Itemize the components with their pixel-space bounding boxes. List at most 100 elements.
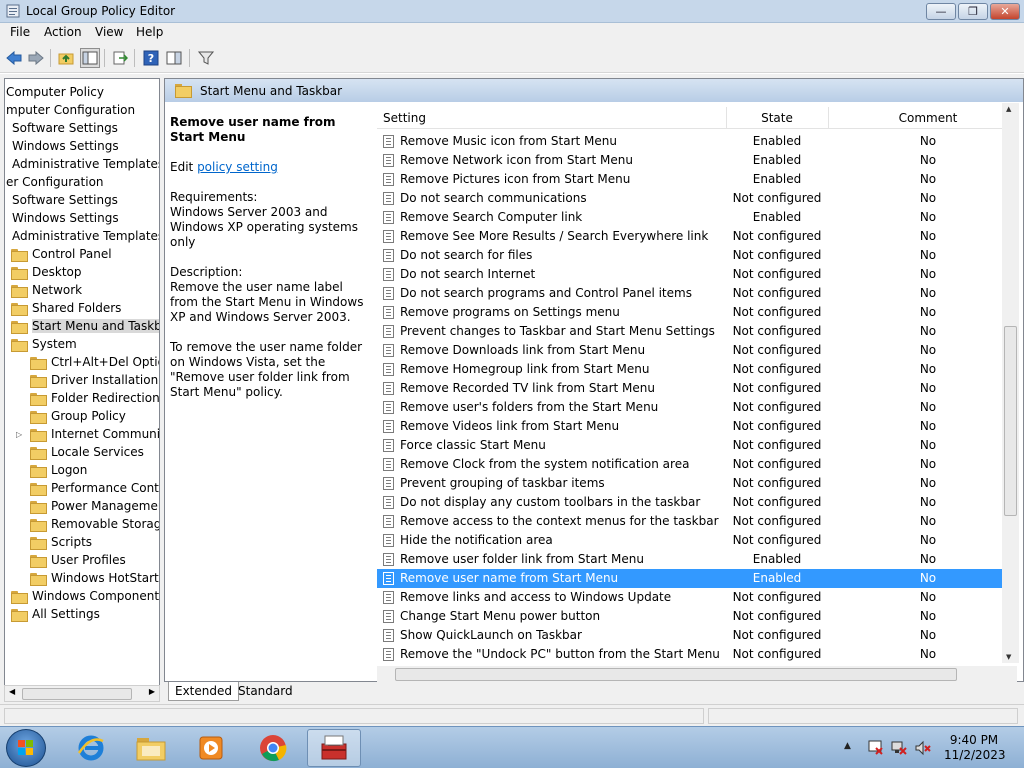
back-button[interactable] [4, 48, 24, 68]
tree-item[interactable]: Ctrl+Alt+Del Options [30, 353, 159, 371]
taskbar-media-player[interactable] [184, 729, 238, 767]
close-button[interactable]: ✕ [990, 3, 1020, 20]
table-row[interactable]: Remove See More Results / Search Everywh… [377, 227, 1003, 246]
help-button[interactable]: ? [141, 48, 161, 68]
tree-item[interactable]: er Configuration [6, 173, 104, 191]
tree-item[interactable]: Power Management [30, 497, 159, 515]
settings-list[interactable]: Setting State Comment Remove Music icon … [377, 107, 1017, 667]
tree-item[interactable]: Start Menu and Taskbar [11, 317, 159, 335]
table-row[interactable]: Do not display any custom toolbars in th… [377, 493, 1003, 512]
table-row[interactable]: Remove the "Undock PC" button from the S… [377, 645, 1003, 664]
table-row[interactable]: Remove access to the context menus for t… [377, 512, 1003, 531]
table-row[interactable]: Remove Videos link from Start Menu Not co… [377, 417, 1003, 436]
tree-item[interactable]: Performance Control [30, 479, 159, 497]
show-hide-action-pane-button[interactable] [164, 48, 184, 68]
scrollbar-thumb[interactable] [395, 668, 957, 681]
list-vertical-scrollbar[interactable]: ▲ ▼ [1002, 103, 1019, 663]
table-row[interactable]: Remove user name from Start Menu Enabled N… [377, 569, 1003, 588]
table-row[interactable]: Remove programs on Settings menu Not conf… [377, 303, 1003, 322]
taskbar-file-explorer[interactable] [124, 729, 178, 767]
table-row[interactable]: Remove user folder link from Start Menu E… [377, 550, 1003, 569]
show-hide-tree-button[interactable] [80, 48, 100, 68]
up-folder-button[interactable] [56, 48, 76, 68]
edit-policy-link[interactable]: policy setting [197, 160, 278, 174]
tree-item[interactable]: mputer Configuration [6, 101, 135, 119]
list-horizontal-scrollbar[interactable] [377, 666, 1017, 683]
tab-extended[interactable]: Extended [168, 682, 239, 701]
taskbar-internet-explorer[interactable] [64, 729, 118, 767]
tree-item[interactable]: Desktop [11, 263, 82, 281]
forward-button[interactable] [26, 48, 46, 68]
console-tree[interactable]: Computer Policy mputer Configuration Softw… [4, 78, 160, 686]
table-row[interactable]: Remove Search Computer link Enabled No [377, 208, 1003, 227]
tree-item[interactable]: ▷ Internet Communication [16, 425, 159, 443]
tree-item[interactable]: Windows HotStart [30, 569, 159, 587]
table-row[interactable]: Force classic Start Menu Not configured No [377, 436, 1003, 455]
action-center-icon[interactable] [866, 739, 884, 757]
network-icon[interactable] [890, 739, 908, 757]
tree-item[interactable]: System [11, 335, 77, 353]
table-row[interactable]: Prevent grouping of taskbar items Not con… [377, 474, 1003, 493]
table-row[interactable]: Remove Recorded TV link from Start Menu N… [377, 379, 1003, 398]
scroll-right-icon[interactable]: ▶ [149, 687, 155, 696]
scroll-left-icon[interactable]: ◀ [9, 687, 15, 696]
scrollbar-thumb[interactable] [1004, 326, 1017, 516]
tree-item[interactable]: Network [11, 281, 82, 299]
tree-item[interactable]: Windows Components [11, 587, 159, 605]
column-state[interactable]: State [727, 111, 827, 125]
table-row[interactable]: Remove Clock from the system notificatio… [377, 455, 1003, 474]
table-row[interactable]: Remove Homegroup link from Start Menu Not… [377, 360, 1003, 379]
tree-item[interactable]: Windows Settings [12, 209, 119, 227]
filter-button[interactable] [196, 48, 216, 68]
tree-item[interactable]: Driver Installation [30, 371, 158, 389]
tree-item[interactable]: Windows Settings [12, 137, 119, 155]
tree-item[interactable]: All Settings [11, 605, 100, 623]
tree-item[interactable]: Computer Policy [6, 83, 104, 101]
tree-item[interactable]: Logon [30, 461, 87, 479]
menu-view[interactable]: View [95, 25, 123, 39]
menu-action[interactable]: Action [44, 25, 82, 39]
menu-file[interactable]: File [10, 25, 30, 39]
tree-item[interactable]: Administrative Templates [12, 155, 159, 173]
tree-item[interactable]: Software Settings [12, 119, 118, 137]
table-row[interactable]: Hide the notification area Not configured… [377, 531, 1003, 550]
table-row[interactable]: Remove Pictures icon from Start Menu Enab… [377, 170, 1003, 189]
volume-muted-icon[interactable] [914, 739, 932, 757]
minimize-button[interactable]: — [926, 3, 956, 20]
table-row[interactable]: Remove user's folders from the Start Men… [377, 398, 1003, 417]
tree-item[interactable]: Folder Redirection [30, 389, 159, 407]
table-row[interactable]: Remove Downloads link from Start Menu Not… [377, 341, 1003, 360]
tree-item[interactable]: Software Settings [12, 191, 118, 209]
table-row[interactable]: Remove links and access to Windows Updat… [377, 588, 1003, 607]
table-row[interactable]: Do not search programs and Control Panel… [377, 284, 1003, 303]
scroll-up-icon[interactable]: ▲ [1006, 105, 1011, 113]
maximize-button[interactable]: ❐ [958, 3, 988, 20]
taskbar-group-policy-editor[interactable] [307, 729, 361, 767]
table-row[interactable]: Show QuickLaunch on Taskbar Not configure… [377, 626, 1003, 645]
table-row[interactable]: Do not search communications Not configur… [377, 189, 1003, 208]
tree-item[interactable]: Group Policy [30, 407, 126, 425]
table-row[interactable]: Change Start Menu power button Not config… [377, 607, 1003, 626]
start-button[interactable] [6, 729, 46, 767]
tree-item[interactable]: Removable Storage Access [30, 515, 159, 533]
tree-item[interactable]: User Profiles [30, 551, 126, 569]
table-row[interactable]: Do not search for files Not configured No [377, 246, 1003, 265]
column-setting[interactable]: Setting [383, 111, 426, 125]
column-comment[interactable]: Comment [877, 111, 979, 125]
scroll-down-icon[interactable]: ▼ [1006, 653, 1011, 661]
taskbar-chrome[interactable] [246, 729, 300, 767]
export-list-button[interactable] [110, 48, 130, 68]
table-row[interactable]: Remove Network icon from Start Menu Enabl… [377, 151, 1003, 170]
tree-horizontal-scrollbar[interactable]: ◀ ▶ [4, 685, 160, 702]
scrollbar-thumb[interactable] [22, 688, 132, 700]
table-row[interactable]: Do not search Internet Not configured No [377, 265, 1003, 284]
tree-item[interactable]: Shared Folders [11, 299, 121, 317]
tree-item[interactable]: Administrative Templates [12, 227, 159, 245]
show-hidden-icons-button[interactable]: ▲ [844, 741, 851, 768]
tree-item[interactable]: Control Panel [11, 245, 112, 263]
tree-item[interactable]: Scripts [30, 533, 92, 551]
expand-arrow-icon[interactable]: ▷ [16, 430, 22, 439]
table-row[interactable]: Prevent changes to Taskbar and Start Men… [377, 322, 1003, 341]
tab-standard[interactable]: Standard [232, 682, 299, 701]
tree-item[interactable]: Locale Services [30, 443, 144, 461]
